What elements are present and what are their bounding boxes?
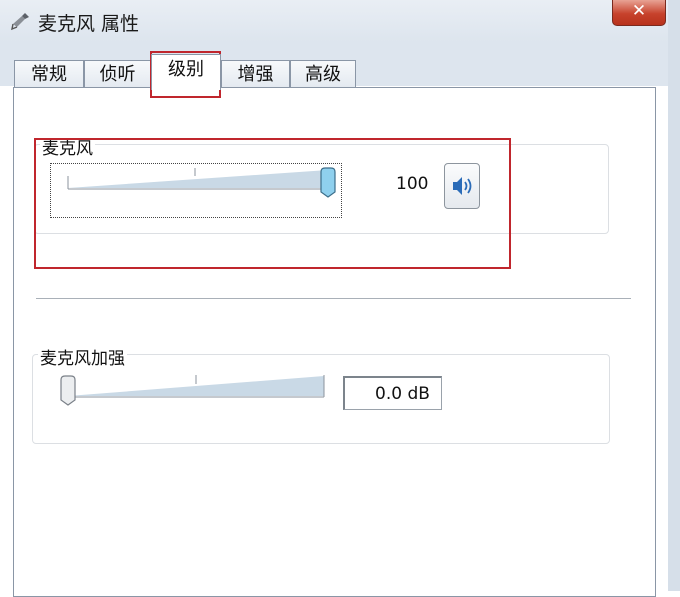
- boost-value-box: 0.0 dB: [343, 376, 442, 410]
- title-bar: 麦克风 属性 ✕: [0, 0, 680, 42]
- close-button[interactable]: ✕: [612, 0, 666, 26]
- tab-levels[interactable]: 级别: [151, 54, 221, 90]
- tab-advanced[interactable]: 高级: [290, 60, 356, 88]
- close-icon: ✕: [631, 1, 647, 21]
- tab-label: 增强: [237, 64, 274, 85]
- tab-label: 常规: [31, 64, 67, 85]
- window-frame-edge: [668, 0, 680, 591]
- microphone-boost-slider[interactable]: [56, 372, 332, 412]
- boost-slider-thumb[interactable]: [60, 375, 76, 406]
- tab-label: 级别: [168, 59, 204, 80]
- separator-line: [36, 298, 631, 299]
- tab-general[interactable]: 常规: [14, 60, 84, 88]
- tab-listen[interactable]: 侦听: [84, 60, 151, 88]
- boost-value: 0.0 dB: [375, 384, 430, 404]
- highlight-microphone-level: [34, 138, 511, 269]
- tab-enhancements[interactable]: 增强: [221, 60, 290, 88]
- microphone-icon: [11, 13, 29, 31]
- window-title: 麦克风 属性: [38, 13, 140, 35]
- microphone-boost-label: 麦克风加强: [38, 344, 127, 369]
- tab-label: 侦听: [99, 64, 136, 85]
- tab-label: 高级: [305, 64, 341, 85]
